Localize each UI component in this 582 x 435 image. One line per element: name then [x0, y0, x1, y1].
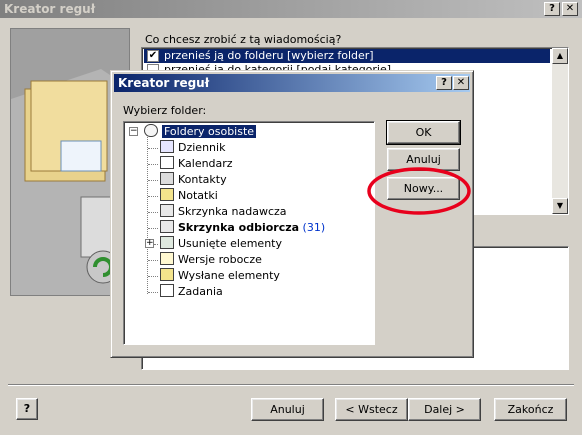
tree-connector: [148, 228, 158, 229]
folder-tree[interactable]: − Foldery osobiste Dziennik Kalendarz Ko…: [123, 121, 375, 345]
tree-item-label: Skrzynka nadawcza: [178, 205, 287, 218]
choose-folder-label: Wybierz folder:: [123, 104, 207, 117]
main-title: Kreator reguł: [4, 2, 96, 16]
tree-item-label: Kontakty: [178, 173, 227, 186]
calendar-icon: [160, 156, 174, 169]
tree-connector: [148, 276, 158, 277]
action-question: Co chcesz zrobić z tą wiadomością?: [145, 33, 342, 46]
back-button[interactable]: < Wstecz: [335, 398, 408, 421]
scroll-down-button[interactable]: ▼: [552, 198, 568, 214]
main-help-title-button[interactable]: ?: [544, 2, 560, 16]
tree-item-label: Zadania: [178, 285, 223, 298]
outbox-icon: [160, 204, 174, 217]
journal-icon: [160, 140, 174, 153]
tree-item-inbox[interactable]: Skrzynka odbiorcza (31): [160, 220, 325, 236]
tree-connector: [148, 180, 158, 181]
tree-item-outbox[interactable]: Skrzynka nadawcza: [160, 204, 287, 220]
tree-item-personal-folders[interactable]: Foldery osobiste: [144, 124, 257, 140]
tree-item-calendar[interactable]: Kalendarz: [160, 156, 233, 172]
tree-item-label: Kalendarz: [178, 157, 233, 170]
tree-item-label: Notatki: [178, 189, 218, 202]
main-separator: [8, 384, 574, 386]
tree-collapse-toggle[interactable]: −: [129, 127, 138, 136]
tree-item-label: Wysłane elementy: [178, 269, 280, 282]
personal-folders-icon: [144, 124, 158, 137]
inbox-icon: [160, 220, 174, 233]
dialog-ok-button[interactable]: OK: [386, 120, 461, 145]
tree-expand-toggle[interactable]: +: [145, 239, 154, 248]
tree-connector: [148, 148, 158, 149]
scroll-up-button[interactable]: ▲: [552, 48, 568, 64]
tree-item-tasks[interactable]: Zadania: [160, 284, 223, 300]
dialog-close-title-button[interactable]: ✕: [453, 76, 469, 90]
next-button[interactable]: Dalej >: [408, 398, 481, 421]
main-help-button[interactable]: ?: [16, 398, 38, 420]
dialog-help-title-button[interactable]: ?: [436, 76, 452, 90]
tree-connector: [154, 244, 158, 245]
tree-connector: [148, 164, 158, 165]
action-label: przenieś ją do folderu [wybierz folder]: [164, 49, 374, 62]
dialog-title-bar: Kreator reguł: [114, 74, 470, 92]
finish-button[interactable]: Zakończ: [494, 398, 567, 421]
sent-items-icon: [160, 268, 174, 281]
tree-connector: [147, 134, 148, 294]
actions-scrollbar[interactable]: ▲ ▼: [552, 48, 568, 214]
tasks-icon: [160, 284, 174, 297]
tree-item-deleted-items[interactable]: Usunięte elementy: [160, 236, 282, 252]
tree-connector: [148, 260, 158, 261]
tree-item-drafts[interactable]: Wersje robocze: [160, 252, 262, 268]
tree-item-notes[interactable]: Notatki: [160, 188, 218, 204]
unread-count: (31): [302, 221, 326, 234]
tree-item-contacts[interactable]: Kontakty: [160, 172, 227, 188]
tree-item-sent-items[interactable]: Wysłane elementy: [160, 268, 280, 284]
drafts-icon: [160, 252, 174, 265]
tree-connector: [148, 292, 158, 293]
contacts-icon: [160, 172, 174, 185]
main-title-bar: Kreator reguł: [0, 0, 582, 18]
tree-connector: [148, 196, 158, 197]
tree-item-label: Usunięte elementy: [178, 237, 282, 250]
action-item-selected[interactable]: ✔ przenieś ją do folderu [wybierz folder…: [144, 49, 550, 63]
deleted-items-icon: [160, 236, 174, 249]
notes-icon: [160, 188, 174, 201]
main-close-title-button[interactable]: ✕: [562, 2, 578, 16]
dialog-title: Kreator reguł: [118, 76, 210, 90]
tree-item-label: Foldery osobiste: [162, 125, 257, 138]
tree-connector: [148, 212, 158, 213]
tree-item-label: Skrzynka odbiorcza: [178, 221, 300, 234]
tree-item-journal[interactable]: Dziennik: [160, 140, 225, 156]
action-checkbox-checked[interactable]: ✔: [147, 50, 159, 62]
tree-item-label: Dziennik: [178, 141, 226, 154]
tree-item-label: Wersje robocze: [178, 253, 262, 266]
annotation-circle: [367, 167, 471, 215]
main-cancel-button[interactable]: Anuluj: [251, 398, 324, 421]
